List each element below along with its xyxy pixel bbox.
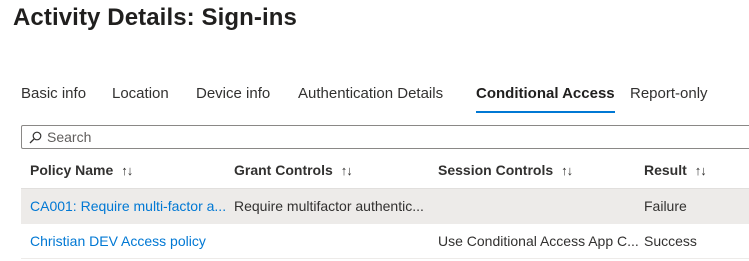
column-header-grant-controls[interactable]: Grant Controls ↑↓ [234, 152, 434, 188]
result-cell: Success [644, 233, 697, 249]
column-header-policy-name[interactable]: Policy Name ↑↓ [30, 152, 230, 188]
column-header-label: Session Controls [438, 162, 554, 178]
sort-icon[interactable]: ↑↓ [695, 163, 707, 178]
grant-controls-cell: Require multifactor authentic... [234, 198, 424, 214]
tab-bar: Basic info Location Device info Authenti… [0, 84, 749, 116]
column-header-label: Policy Name [30, 162, 114, 178]
column-header-result[interactable]: Result ↑↓ [644, 152, 749, 188]
session-controls-cell [438, 189, 638, 223]
result-cell: Failure [644, 198, 687, 214]
tab-location[interactable]: Location [112, 84, 169, 104]
search-icon [27, 129, 43, 145]
active-tab-indicator [476, 111, 615, 113]
tab-device-info[interactable]: Device info [196, 84, 270, 104]
policy-name-link[interactable]: CA001: Require multi-factor a... [30, 189, 230, 223]
column-header-label: Result [644, 162, 687, 178]
search-input[interactable] [47, 129, 727, 145]
tab-report-only[interactable]: Report-only [630, 84, 708, 104]
column-header-label: Grant Controls [234, 162, 333, 178]
tab-conditional-access[interactable]: Conditional Access [476, 84, 615, 113]
search-box [21, 125, 749, 149]
page-title: Activity Details: Sign-ins [13, 4, 297, 31]
tab-basic-info[interactable]: Basic info [21, 84, 86, 104]
policy-name-link[interactable]: Christian DEV Access policy [30, 224, 230, 258]
grant-controls-cell [234, 224, 434, 258]
policy-table: Policy Name ↑↓ Grant Controls ↑↓ Session… [21, 152, 749, 259]
session-controls-cell: Use Conditional Access App C... [438, 233, 638, 249]
table-row[interactable]: Christian DEV Access policy Use Conditio… [21, 224, 749, 259]
sort-icon[interactable]: ↑↓ [121, 163, 133, 178]
sort-icon[interactable]: ↑↓ [561, 163, 573, 178]
tab-authentication-details[interactable]: Authentication Details [298, 84, 443, 104]
tab-conditional-access-label: Conditional Access [476, 85, 615, 102]
column-header-session-controls[interactable]: Session Controls ↑↓ [438, 152, 638, 188]
sort-icon[interactable]: ↑↓ [341, 163, 353, 178]
table-row[interactable]: CA001: Require multi-factor a... Require… [21, 189, 749, 224]
table-header: Policy Name ↑↓ Grant Controls ↑↓ Session… [21, 152, 749, 189]
